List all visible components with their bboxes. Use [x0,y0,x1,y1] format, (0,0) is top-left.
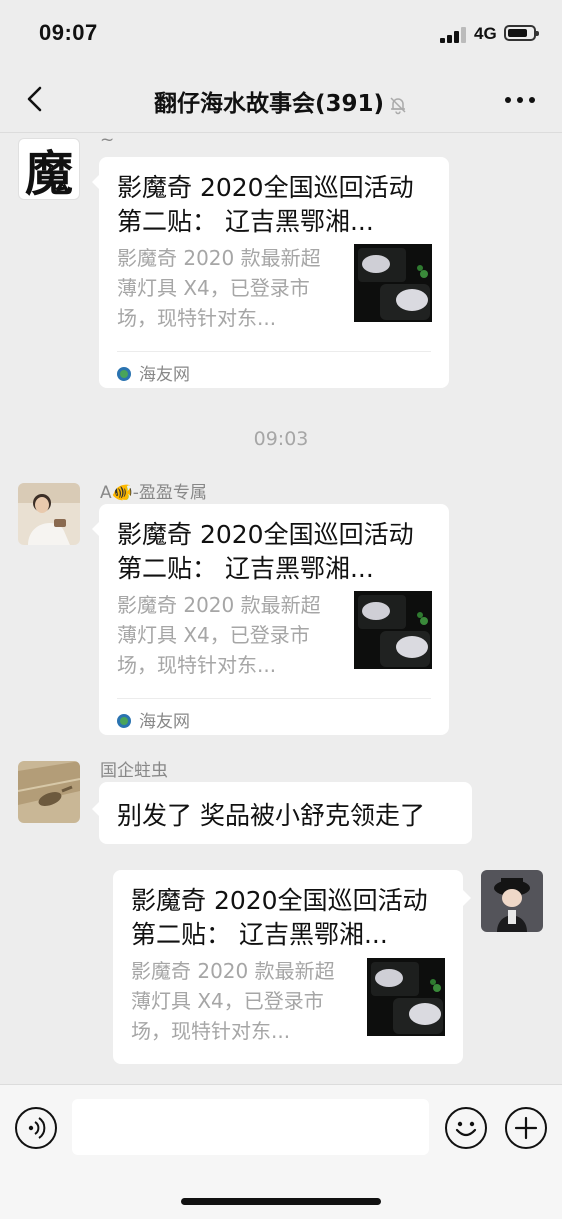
sender-name: 国企蛀虫 [100,761,168,781]
battery-icon [504,25,539,41]
timestamp: 09:03 [253,428,309,450]
card-source: 海友网 [117,360,190,385]
avatar-logo-glyph: 魔 [24,146,73,200]
card-source-label: 海友网 [139,365,190,385]
card-thumbnail [354,244,432,322]
mute-bell-icon [390,96,406,114]
source-logo-icon [117,714,131,728]
source-logo-icon [117,367,131,381]
message-text: 别发了 奖品被小舒克领走了 [117,801,425,830]
sender-name: ~ [100,130,115,150]
link-card[interactable]: 影魔奇 2020全国巡回活动第二贴： 辽吉黑鄂湘... 影魔奇 2020 款最新… [113,870,463,1064]
link-card[interactable]: 影魔奇 2020全国巡回活动第二贴： 辽吉黑鄂湘... 影魔奇 2020 款最新… [99,504,449,735]
sender-name: A🐠-盈盈专属 [100,483,207,503]
card-source-label: 海友网 [139,712,190,732]
avatar-self[interactable] [481,870,543,932]
voice-icon[interactable] [15,1107,57,1149]
card-description: 影魔奇 2020 款最新超薄灯具 X4，已登录市场，现特针对东... [117,593,321,677]
chat-title-container[interactable]: 翻仔海水故事会(391) [0,84,562,118]
home-indicator [181,1198,381,1205]
chat-header: 翻仔海水故事会(391) [0,66,562,133]
status-bar: 09:07 4G [0,0,562,66]
link-card[interactable]: 影魔奇 2020全国巡回活动第二贴： 辽吉黑鄂湘... 影魔奇 2020 款最新… [99,157,449,388]
emoji-icon[interactable] [445,1107,487,1149]
plus-icon[interactable] [505,1107,547,1149]
card-thumbnail [354,591,432,669]
signal-icon [440,27,468,43]
status-time: 09:07 [39,20,98,45]
card-divider [117,351,431,352]
card-title: 影魔奇 2020全国巡回活动第二贴： 辽吉黑鄂湘... [117,173,414,236]
network-label: 4G [474,24,497,43]
text-bubble[interactable]: 别发了 奖品被小舒克领走了 [99,782,472,844]
message-input[interactable] [72,1099,429,1155]
card-description: 影魔奇 2020 款最新超薄灯具 X4，已登录市场，现特针对东... [131,959,335,1043]
card-divider [117,698,431,699]
more-dots-icon[interactable] [505,97,535,103]
card-source: 海友网 [117,707,190,732]
card-title: 影魔奇 2020全国巡回活动第二贴： 辽吉黑鄂湘... [117,520,414,583]
avatar[interactable] [18,761,80,823]
avatar[interactable] [18,483,80,545]
chat-title: 翻仔海水故事会(391) [153,91,385,117]
avatar[interactable]: 魔 [18,138,80,200]
card-title: 影魔奇 2020全国巡回活动第二贴： 辽吉黑鄂湘... [131,886,428,949]
card-description: 影魔奇 2020 款最新超薄灯具 X4，已登录市场，现特针对东... [117,246,321,330]
card-thumbnail [367,958,445,1036]
